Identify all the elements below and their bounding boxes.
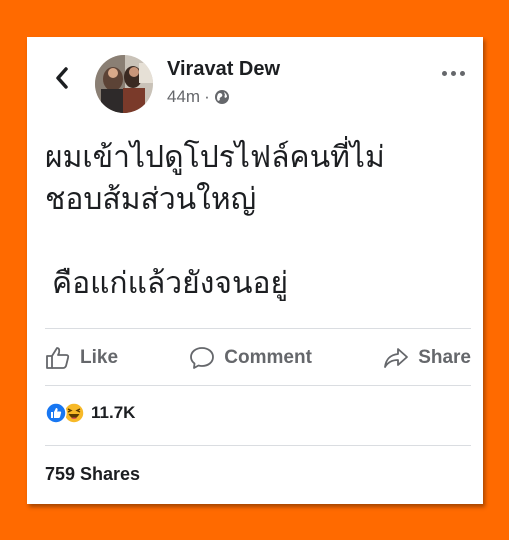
post-text: ผมเข้าไปดูโปรไฟล์คนที่ไม่ ชอบส้มส่วนใหญ่… bbox=[45, 137, 475, 305]
post-text-line: ผมเข้าไปดูโปรไฟล์คนที่ไม่ bbox=[45, 140, 385, 175]
share-button[interactable]: Share bbox=[383, 346, 471, 370]
post-text-line: ชอบส้มส่วนใหญ่ bbox=[45, 182, 257, 217]
comment-icon bbox=[190, 347, 215, 369]
more-dot-icon bbox=[451, 71, 456, 76]
divider bbox=[45, 385, 471, 386]
divider bbox=[45, 445, 471, 446]
reaction-count: 11.7K bbox=[91, 403, 136, 422]
more-options-button[interactable] bbox=[442, 71, 465, 76]
post-meta: 44m · bbox=[167, 87, 230, 107]
post-text-line: คือแก่แล้วยังจนอยู่ bbox=[52, 266, 289, 301]
comment-button[interactable]: Comment bbox=[189, 346, 312, 370]
comment-label: Comment bbox=[224, 347, 312, 368]
post-time[interactable]: 44m bbox=[167, 87, 200, 107]
author-avatar[interactable] bbox=[95, 55, 153, 113]
like-button[interactable]: Like bbox=[45, 346, 118, 370]
shares-count[interactable]: 759 Shares bbox=[45, 464, 140, 485]
more-dot-icon bbox=[460, 71, 465, 76]
globe-icon bbox=[214, 90, 229, 104]
more-dot-icon bbox=[442, 71, 447, 76]
like-label: Like bbox=[80, 347, 119, 368]
like-reaction-icon bbox=[45, 402, 67, 424]
share-label: Share bbox=[418, 347, 471, 368]
divider bbox=[45, 328, 471, 329]
reactions-summary[interactable]: 11.7K bbox=[45, 402, 135, 424]
share-arrow-icon bbox=[384, 348, 409, 368]
meta-separator: · bbox=[204, 87, 210, 106]
thumbs-up-icon bbox=[46, 347, 70, 369]
author-name[interactable]: Viravat Dew bbox=[167, 58, 280, 81]
back-button[interactable] bbox=[49, 65, 75, 91]
post-card: Viravat Dew 44m · ผมเข้าไปดูโปรไฟล์คนที่… bbox=[27, 37, 483, 504]
back-arrow-icon bbox=[56, 67, 68, 89]
action-bar: Like Comment Share bbox=[45, 339, 471, 377]
